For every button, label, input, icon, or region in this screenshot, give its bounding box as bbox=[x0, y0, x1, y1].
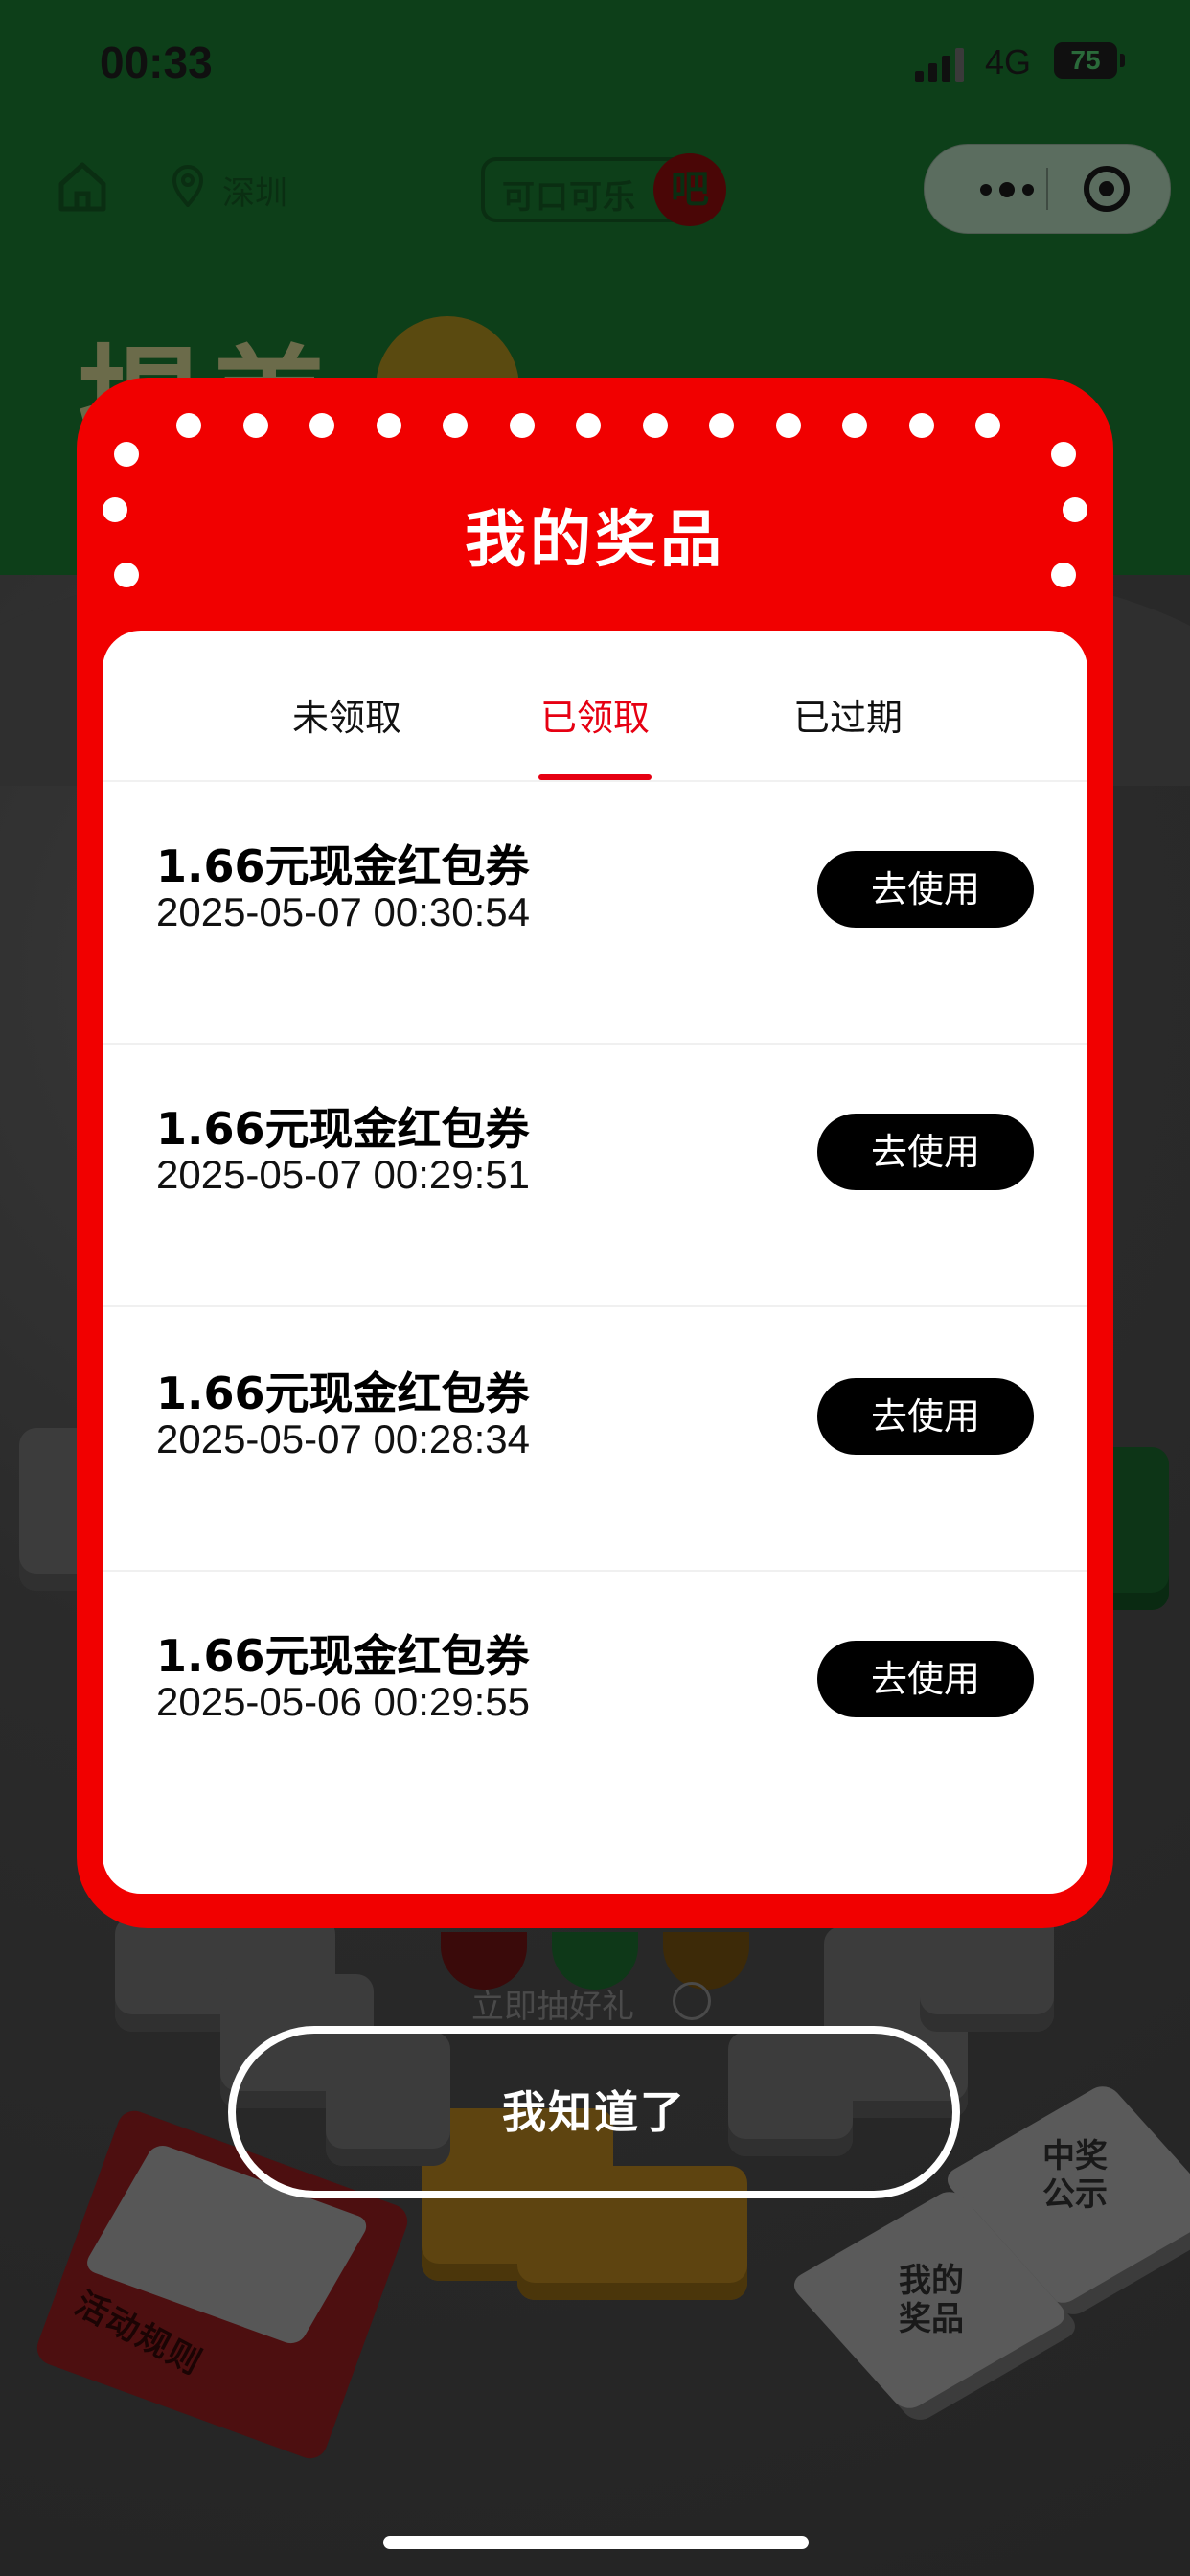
prize-time: 2025-05-06 00:29:55 bbox=[156, 1679, 530, 1724]
marquee-dot bbox=[376, 413, 401, 438]
prize-row: 1.66元现金红包券 2025-05-07 00:30:54 去使用 bbox=[103, 782, 1087, 1045]
marquee-dot bbox=[114, 442, 139, 467]
marquee-dot bbox=[509, 413, 535, 438]
prize-card: 未领取 已领取 已过期 1.66元现金红包券 2025-05-07 00:30:… bbox=[103, 631, 1087, 1894]
my-prizes-modal: 我的奖品 未领取 已领取 已过期 1.66元现金红包券 2025-05-07 0… bbox=[77, 378, 1113, 1928]
use-button[interactable]: 去使用 bbox=[817, 1641, 1034, 1717]
marquee-dot bbox=[975, 413, 1000, 438]
prize-time: 2025-05-07 00:29:51 bbox=[156, 1152, 530, 1197]
marquee-dot bbox=[443, 413, 468, 438]
prize-time: 2025-05-07 00:28:34 bbox=[156, 1416, 530, 1461]
modal-title: 我的奖品 bbox=[465, 505, 725, 576]
prize-name: 1.66元现金红包券 bbox=[156, 1630, 530, 1682]
marquee-dot bbox=[709, 413, 734, 438]
marquee-dot bbox=[309, 413, 334, 438]
prize-name: 1.66元现金红包券 bbox=[156, 1103, 530, 1155]
prize-row: 1.66元现金红包券 2025-05-06 00:29:55 去使用 bbox=[103, 1572, 1087, 1834]
tab-expired[interactable]: 已过期 bbox=[752, 688, 944, 741]
prize-row: 1.66元现金红包券 2025-05-07 00:29:51 去使用 bbox=[103, 1045, 1087, 1307]
prize-name: 1.66元现金红包券 bbox=[156, 840, 530, 892]
use-button[interactable]: 去使用 bbox=[817, 851, 1034, 928]
active-tab-indicator bbox=[538, 774, 652, 780]
marquee-dot bbox=[642, 413, 668, 438]
got-it-button[interactable]: 我知道了 bbox=[228, 2026, 960, 2198]
tab-unclaimed[interactable]: 未领取 bbox=[251, 688, 443, 741]
marquee-dot bbox=[908, 413, 934, 438]
use-button[interactable]: 去使用 bbox=[817, 1378, 1034, 1455]
use-button[interactable]: 去使用 bbox=[817, 1114, 1034, 1190]
home-indicator bbox=[383, 2536, 809, 2549]
prize-row: 1.66元现金红包券 2025-05-07 00:28:34 去使用 bbox=[103, 1309, 1087, 1572]
marquee-dot bbox=[775, 413, 801, 438]
prize-tabs: 未领取 已领取 已过期 bbox=[103, 631, 1087, 782]
prize-time: 2025-05-07 00:30:54 bbox=[156, 889, 530, 934]
marquee-dot bbox=[176, 413, 201, 438]
marquee-dot bbox=[842, 413, 867, 438]
marquee-dot bbox=[1051, 442, 1076, 467]
marquee-dot bbox=[576, 413, 601, 438]
prize-name: 1.66元现金红包券 bbox=[156, 1368, 530, 1419]
marquee-dot bbox=[242, 413, 268, 438]
tab-claimed[interactable]: 已领取 bbox=[499, 688, 691, 741]
